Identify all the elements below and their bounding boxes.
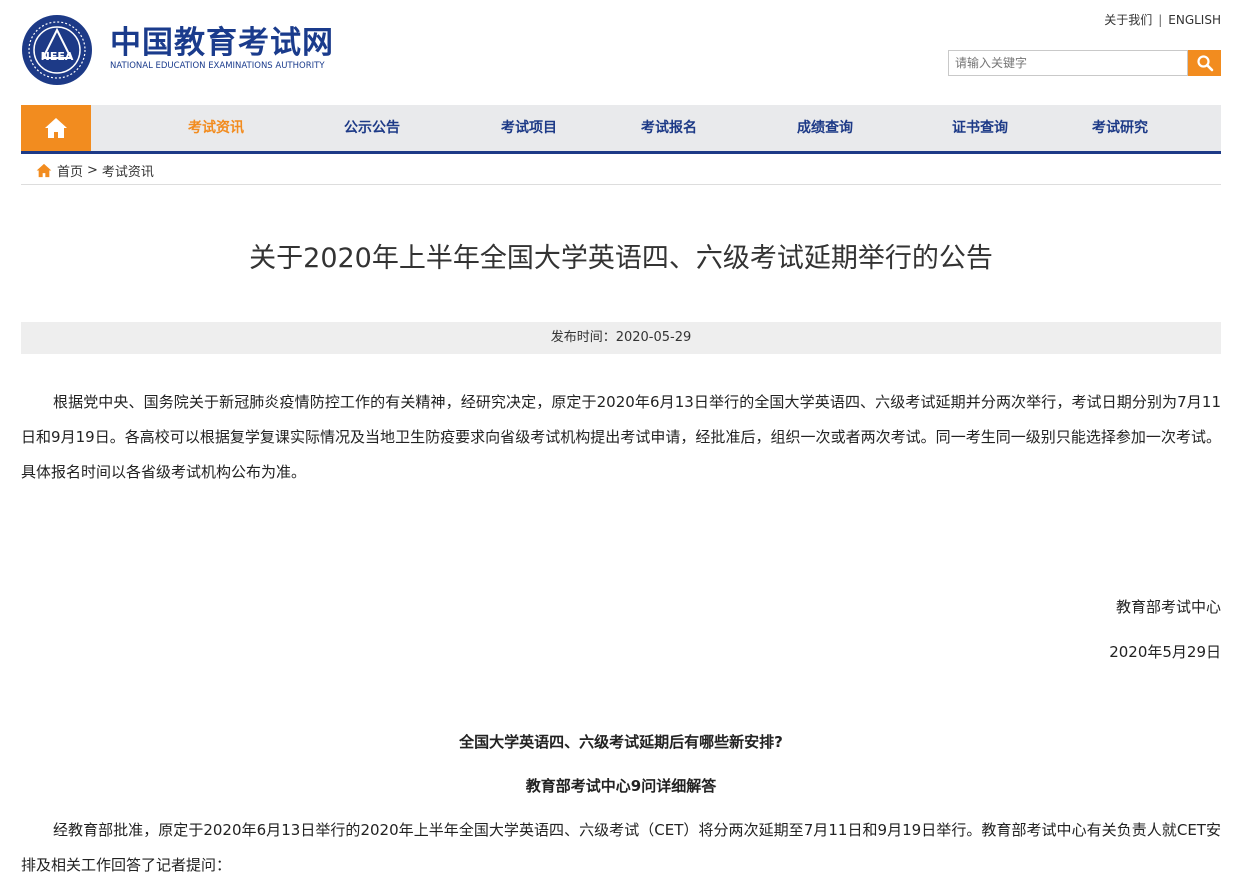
article-signature: 教育部考试中心: [1115, 598, 1221, 616]
home-icon: [36, 163, 52, 178]
article-body-2: 经教育部批准，原定于2020年6月13日举行的2020年上半年全国大学英语四、六…: [21, 821, 1221, 874]
nav-item-score-query[interactable]: 成绩查询: [770, 105, 880, 151]
top-links: 关于我们 | ENGLISH: [1104, 11, 1221, 28]
nav-item-exam-projects[interactable]: 考试项目: [474, 105, 584, 151]
article-title: 关于2020年上半年全国大学英语四、六级考试延期举行的公告: [249, 243, 993, 274]
nav-item-registration[interactable]: 考试报名: [614, 105, 724, 151]
breadcrumb-home-link[interactable]: 首页: [57, 161, 83, 180]
breadcrumb-separator: >: [87, 163, 98, 178]
about-link[interactable]: 关于我们: [1104, 13, 1152, 27]
breadcrumb-current[interactable]: 考试资讯: [102, 161, 154, 180]
article-body: 根据党中央、国务院关于新冠肺炎疫情防控工作的有关精神，经研究决定，原定于2020…: [21, 393, 1221, 481]
nav-item-exam-research[interactable]: 考试研究: [1065, 105, 1175, 151]
site-logo-title[interactable]: 中国教育考试网: [110, 24, 334, 62]
nav-item-exam-news[interactable]: 考试资讯: [161, 105, 271, 151]
home-icon: [45, 118, 67, 138]
top-links-separator: |: [1158, 13, 1163, 27]
sub-heading-arrangements: 全国大学英语四、六级考试延期后有哪些新安排?: [459, 733, 783, 751]
neea-emblem-logo[interactable]: NEEA: [21, 14, 93, 86]
article-sign-date: 2020年5月29日: [1109, 643, 1221, 661]
search-button[interactable]: [1188, 50, 1221, 76]
search-input[interactable]: [948, 50, 1188, 76]
svg-text:NEEA: NEEA: [41, 50, 74, 63]
nav-home-button[interactable]: [21, 105, 91, 151]
sub-heading-qa: 教育部考试中心9问详细解答: [525, 777, 717, 795]
english-link[interactable]: ENGLISH: [1168, 13, 1221, 27]
breadcrumb-divider: [21, 184, 1221, 185]
nav-item-certificate-query[interactable]: 证书查询: [925, 105, 1035, 151]
publish-date: 发布时间：2020-05-29: [21, 322, 1221, 354]
main-nav: 考试资讯 公示公告 考试项目 考试报名 成绩查询 证书查询 考试研究: [21, 105, 1221, 154]
search-icon: [1196, 55, 1213, 72]
nav-item-announcements[interactable]: 公示公告: [317, 105, 427, 151]
site-logo-subtitle: NATIONAL EDUCATION EXAMINATIONS AUTHORIT…: [110, 61, 325, 71]
breadcrumb: 首页 > 考试资讯: [36, 161, 158, 180]
